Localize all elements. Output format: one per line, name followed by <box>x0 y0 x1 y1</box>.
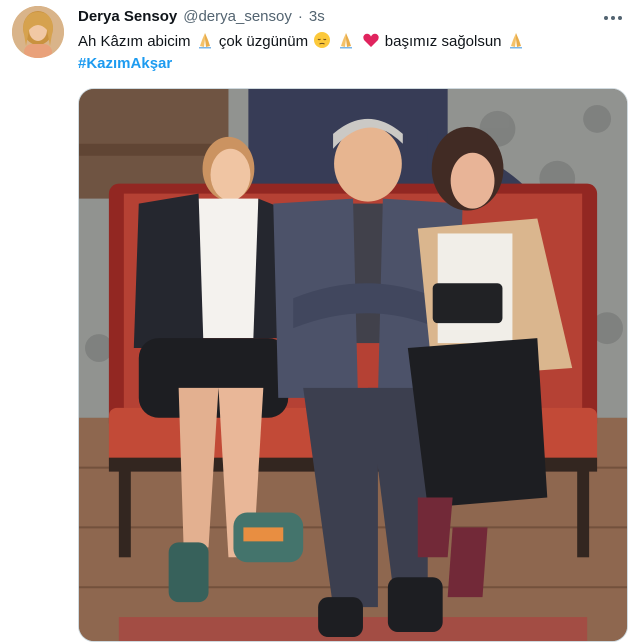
separator-dot: · <box>297 8 303 25</box>
tweet[interactable]: Derya Sensoy @derya_sensoy · 3s Ah Kâzım… <box>0 0 640 642</box>
display-name[interactable]: Derya Sensoy <box>78 8 177 25</box>
more-horizontal-icon <box>604 16 622 20</box>
group-photo-image <box>79 89 627 641</box>
hashtag-link[interactable]: #KazımAkşar <box>78 53 172 75</box>
folded-hands-emoji-icon <box>198 33 211 49</box>
tweet-header: Derya Sensoy @derya_sensoy · 3s <box>78 8 325 25</box>
avatar[interactable] <box>12 6 64 58</box>
user-handle[interactable]: @derya_sensoy <box>183 8 292 25</box>
timestamp[interactable]: 3s <box>309 8 325 25</box>
folded-hands-emoji-icon <box>340 33 353 49</box>
tweet-text-part1: Ah Kâzım abicim <box>78 33 191 50</box>
pensive-face-emoji-icon <box>314 32 331 49</box>
more-options-button[interactable] <box>600 8 626 28</box>
tweet-text-part3: başımız sağolsun <box>384 33 502 50</box>
tweet-text-part2: çok üzgünüm <box>218 33 309 50</box>
tweet-photo[interactable] <box>78 88 628 642</box>
red-heart-emoji-icon <box>362 33 379 48</box>
folded-hands-emoji-icon <box>509 33 522 49</box>
tweet-text: Ah Kâzım abicim çok üzgünüm başımız sağo… <box>78 31 526 53</box>
